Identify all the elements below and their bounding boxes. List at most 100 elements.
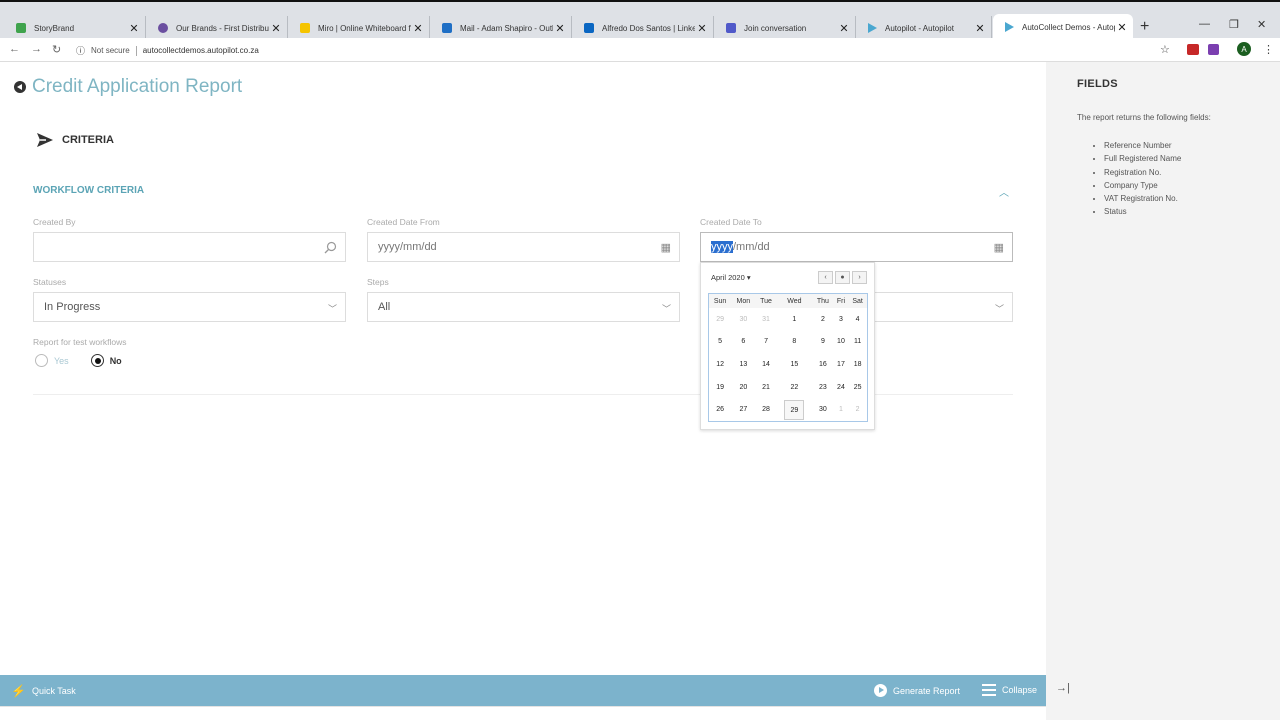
steps-select[interactable]: All ﹀ — [367, 292, 680, 322]
lightning-icon: ⚡ — [11, 684, 26, 698]
forward-arrow-icon[interactable]: → — [31, 43, 42, 55]
calendar-day[interactable]: 24 — [834, 376, 849, 399]
calendar-day[interactable]: 17 — [834, 353, 849, 376]
calendar-day[interactable]: 5 — [709, 331, 731, 354]
calendar-day[interactable]: 22 — [777, 376, 813, 399]
calendar-day[interactable]: 13 — [731, 353, 755, 376]
reload-icon[interactable]: ↻ — [52, 43, 61, 56]
fields-list: Reference Number Full Registered Name Re… — [1104, 139, 1181, 219]
calendar-day[interactable]: 23 — [812, 376, 833, 399]
calendar-day[interactable]: 16 — [812, 353, 833, 376]
calendar-day[interactable]: 30 — [812, 398, 833, 421]
calendar-icon[interactable]: ▦ — [661, 241, 671, 254]
divider — [135, 45, 137, 56]
calendar-day[interactable]: 28 — [756, 398, 777, 421]
calendar-day[interactable]: 8 — [777, 331, 813, 354]
onenote-icon[interactable] — [1208, 44, 1219, 55]
minimize-icon[interactable]: — — [1199, 18, 1210, 30]
close-icon[interactable]: ✕ — [269, 22, 283, 35]
main-content: Credit Application Report CRITERIA WORKF… — [0, 62, 1046, 674]
tab-title: AutoCollect Demos - Autop... — [1022, 22, 1115, 32]
close-icon[interactable]: ✕ — [837, 22, 851, 35]
close-icon[interactable]: ✕ — [411, 22, 425, 35]
month-year-dropdown[interactable]: April 2020 ▾ — [711, 273, 751, 282]
avatar[interactable]: A — [1237, 42, 1251, 56]
calendar-day[interactable]: 29 — [709, 308, 731, 331]
browser-tab[interactable]: Miro | Online Whiteboard f... ✕ — [288, 16, 430, 40]
browser-tab[interactable]: StoryBrand ✕ — [4, 16, 146, 40]
browser-tab[interactable]: Join conversation ✕ — [714, 16, 856, 40]
browser-tab[interactable]: Autopilot - Autopilot ✕ — [856, 16, 992, 40]
calendar-day[interactable]: 1 — [834, 398, 849, 421]
close-window-icon[interactable]: ✕ — [1257, 18, 1266, 31]
list-item: Company Type — [1104, 179, 1181, 192]
info-icon[interactable]: ⓘ — [76, 44, 85, 57]
calendar-day[interactable]: 21 — [756, 376, 777, 399]
close-icon[interactable]: ✕ — [553, 22, 567, 35]
calendar-day[interactable]: 3 — [834, 308, 849, 331]
calendar-day[interactable]: 6 — [731, 331, 755, 354]
calendar-day[interactable]: 19 — [709, 376, 731, 399]
calendar-day[interactable]: 2 — [848, 398, 867, 421]
browser-tab[interactable]: Alfredo Dos Santos | Linked... ✕ — [572, 16, 714, 40]
calendar-week-row: 26 27 28 29 30 1 2 — [709, 398, 867, 421]
new-tab-button[interactable]: + — [1140, 18, 1149, 36]
created-date-from-label: Created Date From — [367, 217, 440, 227]
calendar-day[interactable]: 10 — [834, 331, 849, 354]
address-bar[interactable]: ⓘ Not secure autocollectdemos.autopilot.… — [76, 44, 259, 57]
extension-icon[interactable] — [1187, 44, 1199, 55]
browser-tab[interactable]: Our Brands - First Distribut... ✕ — [146, 16, 288, 40]
browser-tab[interactable]: Mail - Adam Shapiro - Outl... ✕ — [430, 16, 572, 40]
back-circle-icon[interactable] — [14, 81, 26, 93]
quick-task-button[interactable]: ⚡ Quick Task — [11, 684, 76, 698]
back-arrow-icon[interactable]: ← — [9, 43, 20, 55]
calendar-day[interactable]: 12 — [709, 353, 731, 376]
calendar-day[interactable]: 30 — [731, 308, 755, 331]
calendar-grid: Sun Mon Tue Wed Thu Fri Sat 29 30 31 1 2… — [708, 293, 868, 422]
statuses-select[interactable]: In Progress ﹀ — [33, 292, 346, 322]
calendar-day[interactable]: 2 — [812, 308, 833, 331]
close-icon[interactable]: ✕ — [127, 22, 141, 35]
calendar-day[interactable]: 4 — [848, 308, 867, 331]
collapse-button[interactable]: Collapse — [982, 684, 1037, 696]
tab-title: Alfredo Dos Santos | Linked... — [602, 23, 695, 33]
next-month-button[interactable]: › — [852, 271, 867, 284]
created-by-input[interactable] — [33, 232, 346, 262]
list-item: Status — [1104, 205, 1181, 218]
generate-report-button[interactable]: Generate Report — [874, 684, 960, 697]
calendar-icon[interactable]: ▦ — [994, 241, 1004, 254]
created-date-from-input[interactable]: yyyy/mm/dd ▦ — [367, 232, 680, 262]
star-icon[interactable]: ☆ — [1160, 43, 1170, 56]
chevron-up-icon[interactable]: ︿ — [999, 184, 1009, 199]
radio-yes-label: Yes — [54, 355, 69, 366]
calendar-day[interactable]: 9 — [812, 331, 833, 354]
calendar-day[interactable]: 31 — [756, 308, 777, 331]
close-icon[interactable]: ✕ — [1115, 21, 1129, 34]
prev-month-button[interactable]: ‹ — [818, 271, 833, 284]
calendar-day[interactable]: 7 — [756, 331, 777, 354]
radio-no[interactable] — [90, 354, 104, 367]
radio-yes[interactable] — [35, 354, 48, 367]
calendar-day[interactable]: 11 — [848, 331, 867, 354]
weekday-label: Fri — [833, 294, 849, 308]
close-icon[interactable]: ✕ — [973, 22, 987, 35]
calendar-day[interactable]: 14 — [756, 353, 777, 376]
calendar-day[interactable]: 1 — [777, 308, 813, 331]
calendar-day[interactable]: 18 — [848, 353, 867, 376]
created-date-to-input[interactable]: yyyy/mm/dd ▦ — [700, 232, 1013, 262]
browser-tab-active[interactable]: AutoCollect Demos - Autop... ✕ — [993, 14, 1133, 40]
calendar-day[interactable]: 26 — [709, 398, 731, 421]
calendar-day-today[interactable]: 29 — [777, 398, 813, 421]
calendar-day[interactable]: 15 — [777, 353, 813, 376]
calendar-day[interactable]: 20 — [731, 376, 755, 399]
autopilot-favicon-icon — [1005, 22, 1014, 32]
today-button[interactable]: ● — [835, 271, 850, 284]
calendar-day[interactable]: 27 — [731, 398, 755, 421]
close-icon[interactable]: ✕ — [695, 22, 709, 35]
maximize-icon[interactable]: ❐ — [1229, 18, 1239, 31]
tab-title: Miro | Online Whiteboard f... — [318, 23, 411, 33]
menu-kebab-icon[interactable]: ⋮ — [1263, 43, 1274, 56]
weekday-label: Sun — [709, 294, 732, 308]
collapse-panel-icon[interactable]: →| — [1056, 682, 1070, 694]
calendar-day[interactable]: 25 — [848, 376, 867, 399]
